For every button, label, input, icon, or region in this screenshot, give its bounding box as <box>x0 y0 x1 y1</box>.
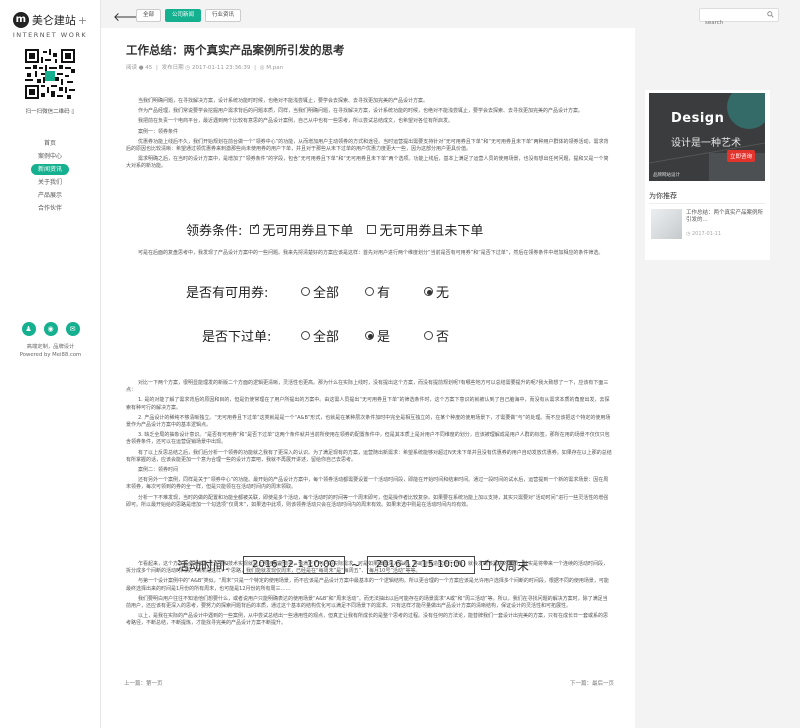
qq-icon[interactable]: ♟ <box>21 322 36 336</box>
nav-item-about[interactable]: 关于我们 <box>0 176 100 189</box>
design-banner[interactable]: Design 设计是一种艺术 立即咨询 品牌网站设计 <box>649 93 765 181</box>
banner-caption: 品牌网站设计 <box>653 173 680 178</box>
next-article-link[interactable]: 下一篇：最后一页 <box>570 679 614 687</box>
radio-selected <box>424 287 434 296</box>
social-links: ♟ ◉ ✉ <box>0 322 101 336</box>
checkbox-unchecked <box>367 224 377 234</box>
divider <box>649 203 765 204</box>
article-section-1: 当我们明确问题，在寻找解决方案，设计系统功能时时候，也绝对不能浅尝辄止，要学会去… <box>126 98 609 170</box>
sidebar-footer: 高端定制，品牌设计 Powered by Mei88.com <box>19 344 82 358</box>
article-section-2: 可是在后面的复盘思考中，我发现了产品设计方案中的一些问题。我来先捋清楚好的方案应… <box>138 250 604 256</box>
coupon-condition-figure: 领券条件: 无可用券且下单 无可用券且未下单 <box>180 215 578 243</box>
search-icon[interactable] <box>767 11 774 18</box>
recommend-thumbnail[interactable] <box>651 209 682 239</box>
radio-unselected <box>301 331 310 340</box>
banner-slogan: 设计是一种艺术 <box>671 138 741 149</box>
weibo-icon[interactable]: ◉ <box>43 322 58 336</box>
logo-subtitle: INTERNET WORK <box>12 31 88 39</box>
article-section-4: 乍看起来，这个方案完全是按找灵活地和技术实现就是上那还我能做事，也满足了用户的实… <box>126 561 609 627</box>
article-meta: 阅读 ● 45 | 发布日期 ◷ 2017-01-11 23:36:39 | ◎… <box>126 65 284 71</box>
user-filter-figure: 是否有可用券: 全部 有 无 是否下过单: 全部 是 否 <box>180 274 578 368</box>
recommend-title: 为你推荐 <box>649 192 677 200</box>
banner-title: Design <box>671 111 725 126</box>
recommend-item-date: ◷ 2017-01-11 <box>686 231 722 237</box>
nav-item-partners[interactable]: 合作伙伴 <box>0 202 100 215</box>
radio-unselected <box>424 331 434 340</box>
logo-mark: m <box>12 12 29 28</box>
radio-unselected <box>365 287 375 296</box>
qr-caption: 扫一扫微信二维码 ▯ <box>25 109 75 115</box>
phone-icon: ▯ <box>71 109 75 115</box>
tab-all[interactable]: 全部 <box>136 9 162 22</box>
article-container: 工作总结：两个真实产品案例所引发的思考 阅读 ● 45 | 发布日期 ◷ 201… <box>101 28 635 728</box>
banner-cta-button[interactable]: 立即咨询 <box>727 150 756 162</box>
prev-article-link[interactable]: 上一篇：第一页 <box>124 679 163 687</box>
search-box <box>699 8 779 29</box>
article-section-3: 对比一下两个方案，很明显能理发的新版二个方面的逻辑更清晰，灵活性也更高。那为什么… <box>126 380 612 508</box>
category-tabs: 全部 公司新闻 行业资讯 <box>136 9 242 22</box>
tab-industry-news[interactable]: 行业资讯 <box>205 9 242 22</box>
checkbox-checked <box>250 222 260 234</box>
sidebar: m 美仑建站 + INTERNET WORK 扫一扫微信二维码 ▯ 首页 案例中心 <box>0 0 101 728</box>
nav-item-news[interactable]: 新闻资讯 <box>0 163 100 176</box>
nav-item-cases[interactable]: 案例中心 <box>0 150 100 163</box>
right-panel: Design 设计是一种艺术 立即咨询 品牌网站设计 为你推荐 工作总结：两个真… <box>645 90 770 260</box>
radio-selected <box>365 331 375 340</box>
nav-item-home[interactable]: 首页 <box>0 137 100 150</box>
logo[interactable]: m 美仑建站 + <box>0 12 100 28</box>
qr-code-image <box>25 49 75 99</box>
radio-unselected <box>301 287 310 296</box>
search-input[interactable] <box>700 17 764 29</box>
sidebar-nav: 首页 案例中心 新闻资讯 关于我们 产品展示 合作伙伴 <box>0 137 100 215</box>
recommend-item-title[interactable]: 工作总结：两个真实产品案例所引发的... <box>686 210 766 224</box>
nav-item-products[interactable]: 产品展示 <box>0 189 100 202</box>
article-title: 工作总结：两个真实产品案例所引发的思考 <box>126 43 345 57</box>
wechat-icon[interactable]: ✉ <box>65 322 80 336</box>
tab-company-news[interactable]: 公司新闻 <box>165 9 202 22</box>
logo-text: 美仑建站 + <box>31 14 88 27</box>
